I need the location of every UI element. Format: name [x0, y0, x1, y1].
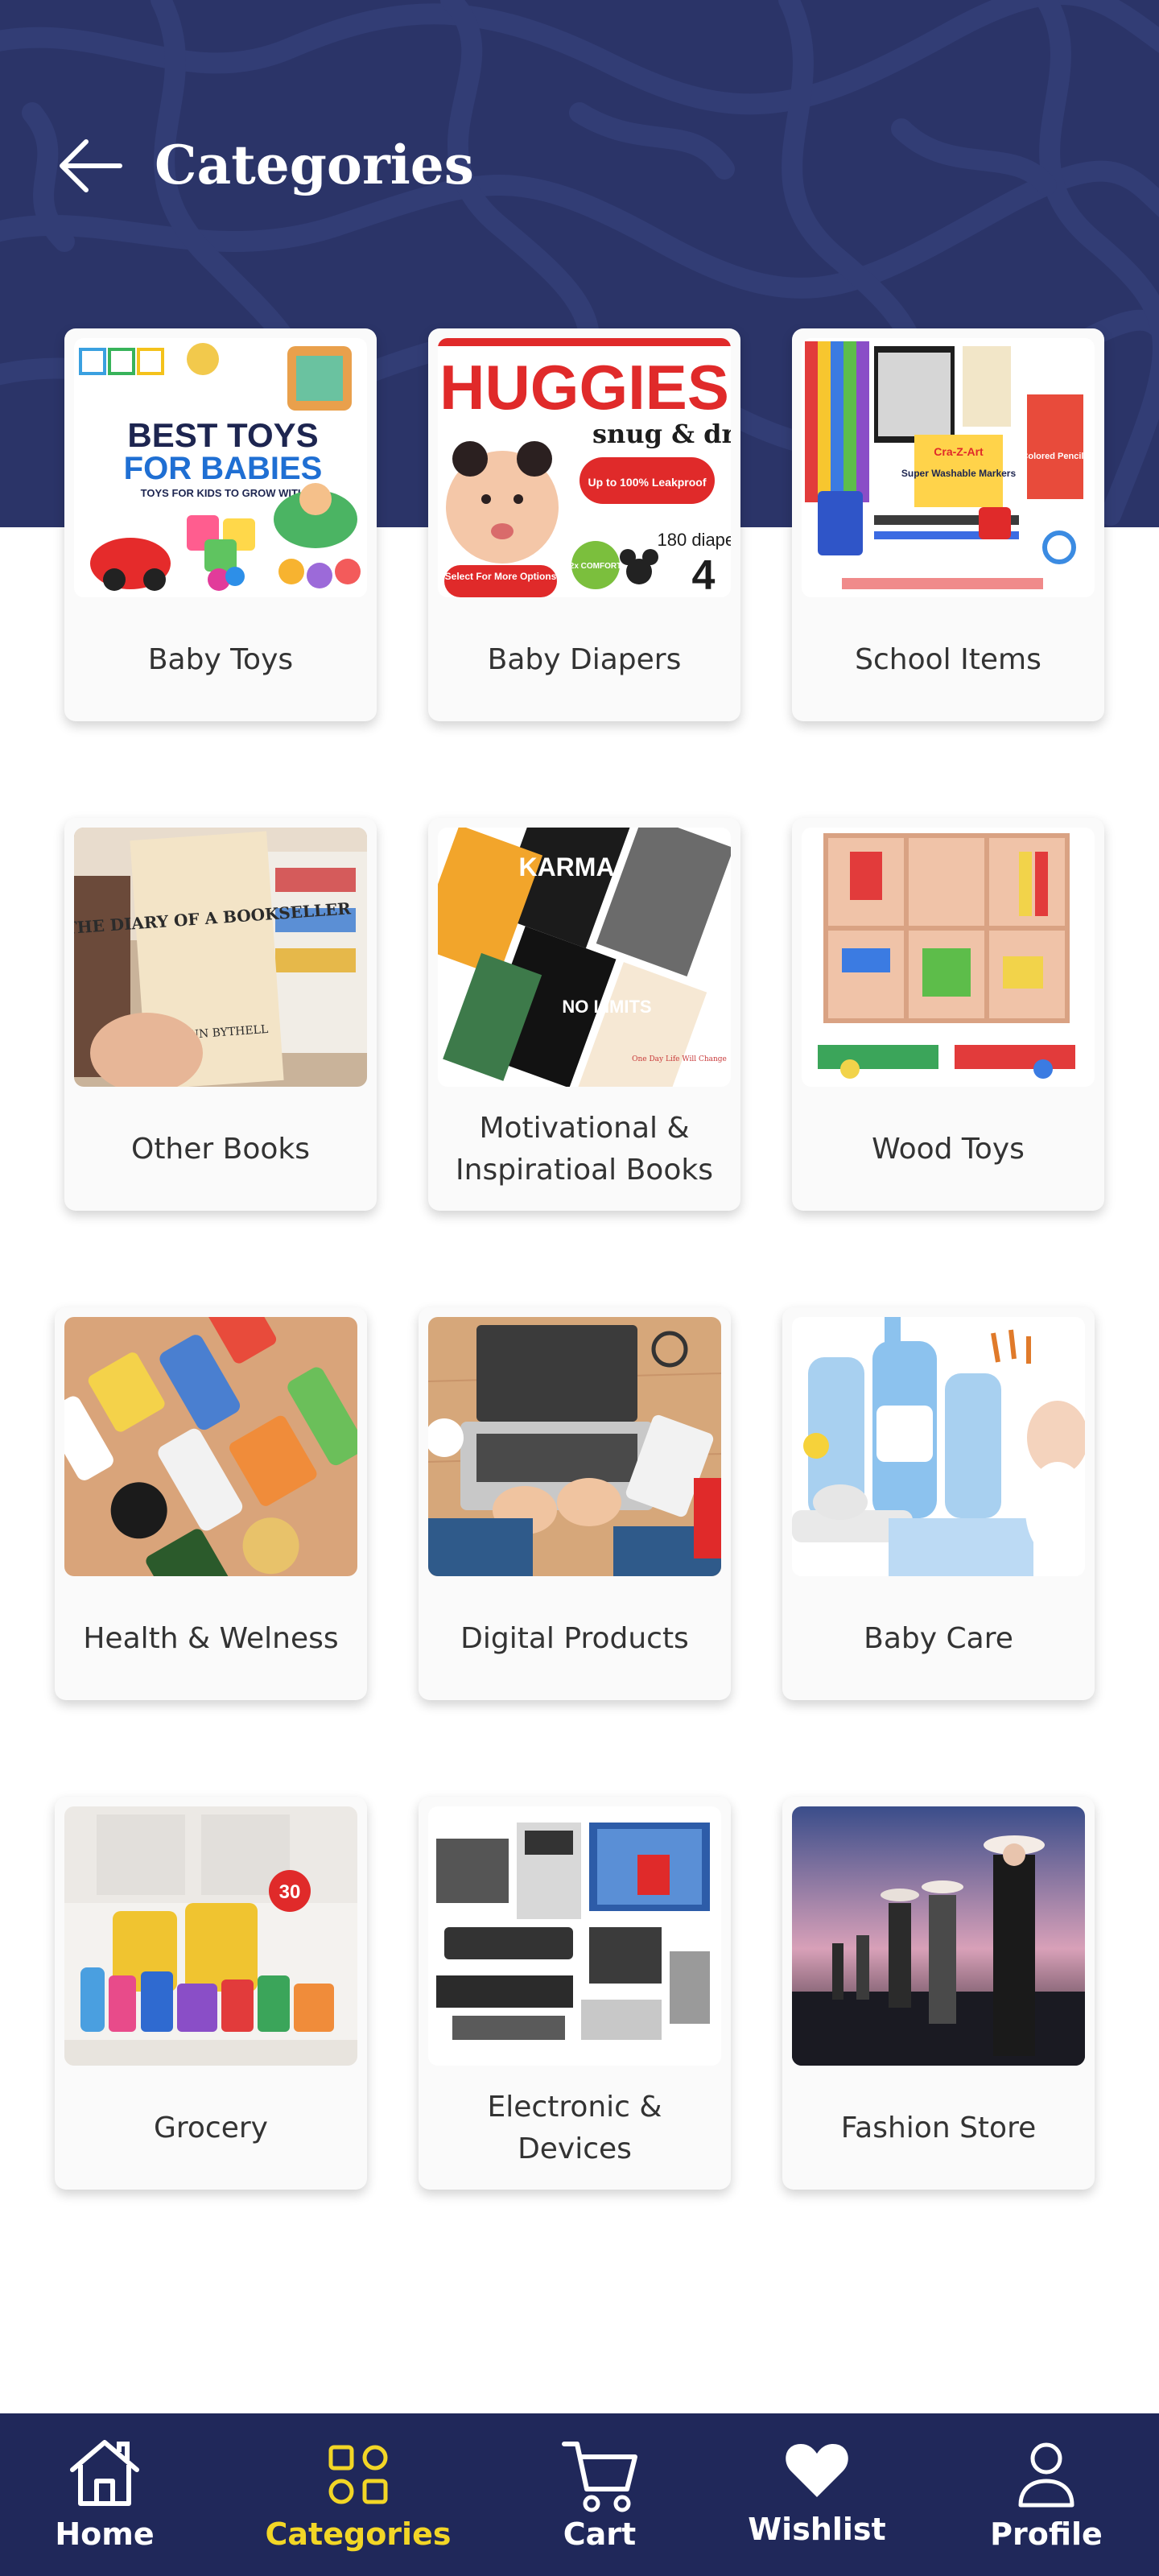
category-card-baby-care[interactable]: Baby Care: [782, 1307, 1095, 1700]
category-thumbnail: [802, 828, 1095, 1087]
category-card-fashion-store[interactable]: Fashion Store: [782, 1797, 1095, 2190]
category-thumbnail: [792, 1317, 1085, 1576]
thumb-badge-text: Up to 100% Leakproof: [588, 476, 706, 489]
thumb-text-line-2: FOR BABIES: [124, 451, 323, 486]
category-label: Digital Products: [460, 1622, 689, 1655]
nav-label: Profile: [990, 2516, 1103, 2552]
nav-label: Cart: [563, 2516, 637, 2552]
category-thumbnail: [792, 1806, 1085, 2066]
thumb-subtitle-text: snug & dry: [592, 419, 731, 449]
thumb-brand-text: HUGGIES: [439, 352, 729, 423]
category-thumbnail: 30: [64, 1806, 357, 2066]
thumb-book-text-1: KARMA: [518, 852, 614, 881]
category-label: Baby Care: [864, 1622, 1013, 1655]
category-thumbnail: [64, 1317, 357, 1576]
category-label: Electronic & Devices: [487, 2091, 662, 2165]
category-label: Health & Welness: [83, 1622, 339, 1655]
nav-wishlist[interactable]: Wishlist: [732, 2413, 901, 2576]
thumb-pencils-text: Colored Pencils: [1021, 452, 1088, 461]
nav-profile[interactable]: Profile: [974, 2413, 1119, 2576]
category-card-electronic-devices[interactable]: Electronic & Devices: [419, 1797, 731, 2190]
category-thumbnail: THE DIARY OF A BOOKSELLER SHAUN BYTHELL: [74, 828, 367, 1087]
thumb-select-text: Select For More Options: [445, 571, 557, 582]
nav-categories[interactable]: Categories: [258, 2413, 459, 2576]
back-button[interactable]: [53, 134, 126, 198]
arrow-left-icon: [60, 139, 122, 192]
categories-grid-icon: [328, 2445, 388, 2504]
nav-cart[interactable]: Cart: [531, 2413, 668, 2576]
category-card-school-items[interactable]: Cra-Z-Art Super Washable Markers Colored…: [792, 328, 1104, 721]
category-thumbnail: BEST TOYS FOR BABIES TOYS FOR KIDS TO GR…: [74, 338, 367, 597]
thumb-markers-text: Super Washable Markers: [901, 468, 1017, 479]
nav-label: Categories: [265, 2516, 452, 2552]
category-label: School Items: [855, 643, 1041, 676]
category-card-baby-diapers[interactable]: HUGGIES snug & dry Up to 100% Leakproof …: [428, 328, 740, 721]
page-title: Categories: [155, 134, 474, 196]
thumb-book-text-2: NO LIMITS: [562, 997, 651, 1017]
category-label: Wood Toys: [872, 1133, 1025, 1166]
home-icon: [70, 2440, 139, 2506]
category-card-health-welness[interactable]: Health & Welness: [55, 1307, 367, 1700]
thumb-comfort-text: 2x COMFORT: [570, 562, 621, 571]
category-card-wood-toys[interactable]: Wood Toys: [792, 818, 1104, 1211]
category-label: Grocery: [154, 2112, 268, 2145]
nav-label: Wishlist: [748, 2512, 886, 2547]
nav-home[interactable]: Home: [32, 2413, 177, 2576]
profile-icon: [1018, 2442, 1074, 2508]
category-label: Motivational & Inspiratioal Books: [456, 1112, 713, 1187]
category-label: Other Books: [130, 1133, 310, 1166]
category-card-motivational-books[interactable]: KARMA NO LIMITS One Day Life Will Change…: [428, 818, 740, 1211]
category-thumbnail: [428, 1317, 721, 1576]
heart-icon: [786, 2444, 848, 2497]
category-thumbnail: KARMA NO LIMITS One Day Life Will Change: [438, 828, 731, 1087]
category-card-other-books[interactable]: THE DIARY OF A BOOKSELLER SHAUN BYTHELL …: [64, 818, 377, 1211]
bottom-navigation: Home Categories Cart Wishlist Profile: [0, 2413, 1159, 2576]
thumb-count-text: 180 diapers: [658, 530, 731, 550]
thumb-badge-text: 30: [279, 1881, 301, 1903]
category-label: Fashion Store: [840, 2112, 1037, 2145]
thumb-text-line-1: BEST TOYS: [127, 416, 318, 454]
nav-label: Home: [55, 2516, 155, 2552]
category-thumbnail: HUGGIES snug & dry Up to 100% Leakproof …: [438, 338, 731, 597]
thumb-brand-text: Cra-Z-Art: [934, 445, 984, 458]
cart-icon: [562, 2442, 637, 2512]
category-card-baby-toys[interactable]: BEST TOYS FOR BABIES TOYS FOR KIDS TO GR…: [64, 328, 377, 721]
category-label: Baby Diapers: [487, 643, 682, 676]
category-card-digital-products[interactable]: Digital Products: [419, 1307, 731, 1700]
thumb-text-line-3: TOYS FOR KIDS TO GROW WITH: [141, 487, 306, 499]
category-label: Baby Toys: [147, 643, 294, 676]
category-thumbnail: [428, 1806, 721, 2066]
category-card-grocery[interactable]: 30 Grocery: [55, 1797, 367, 2190]
thumb-size-text: 4: [692, 552, 716, 597]
thumb-book-text-3: One Day Life Will Change: [632, 1055, 727, 1063]
category-thumbnail: Cra-Z-Art Super Washable Markers Colored…: [802, 338, 1095, 597]
